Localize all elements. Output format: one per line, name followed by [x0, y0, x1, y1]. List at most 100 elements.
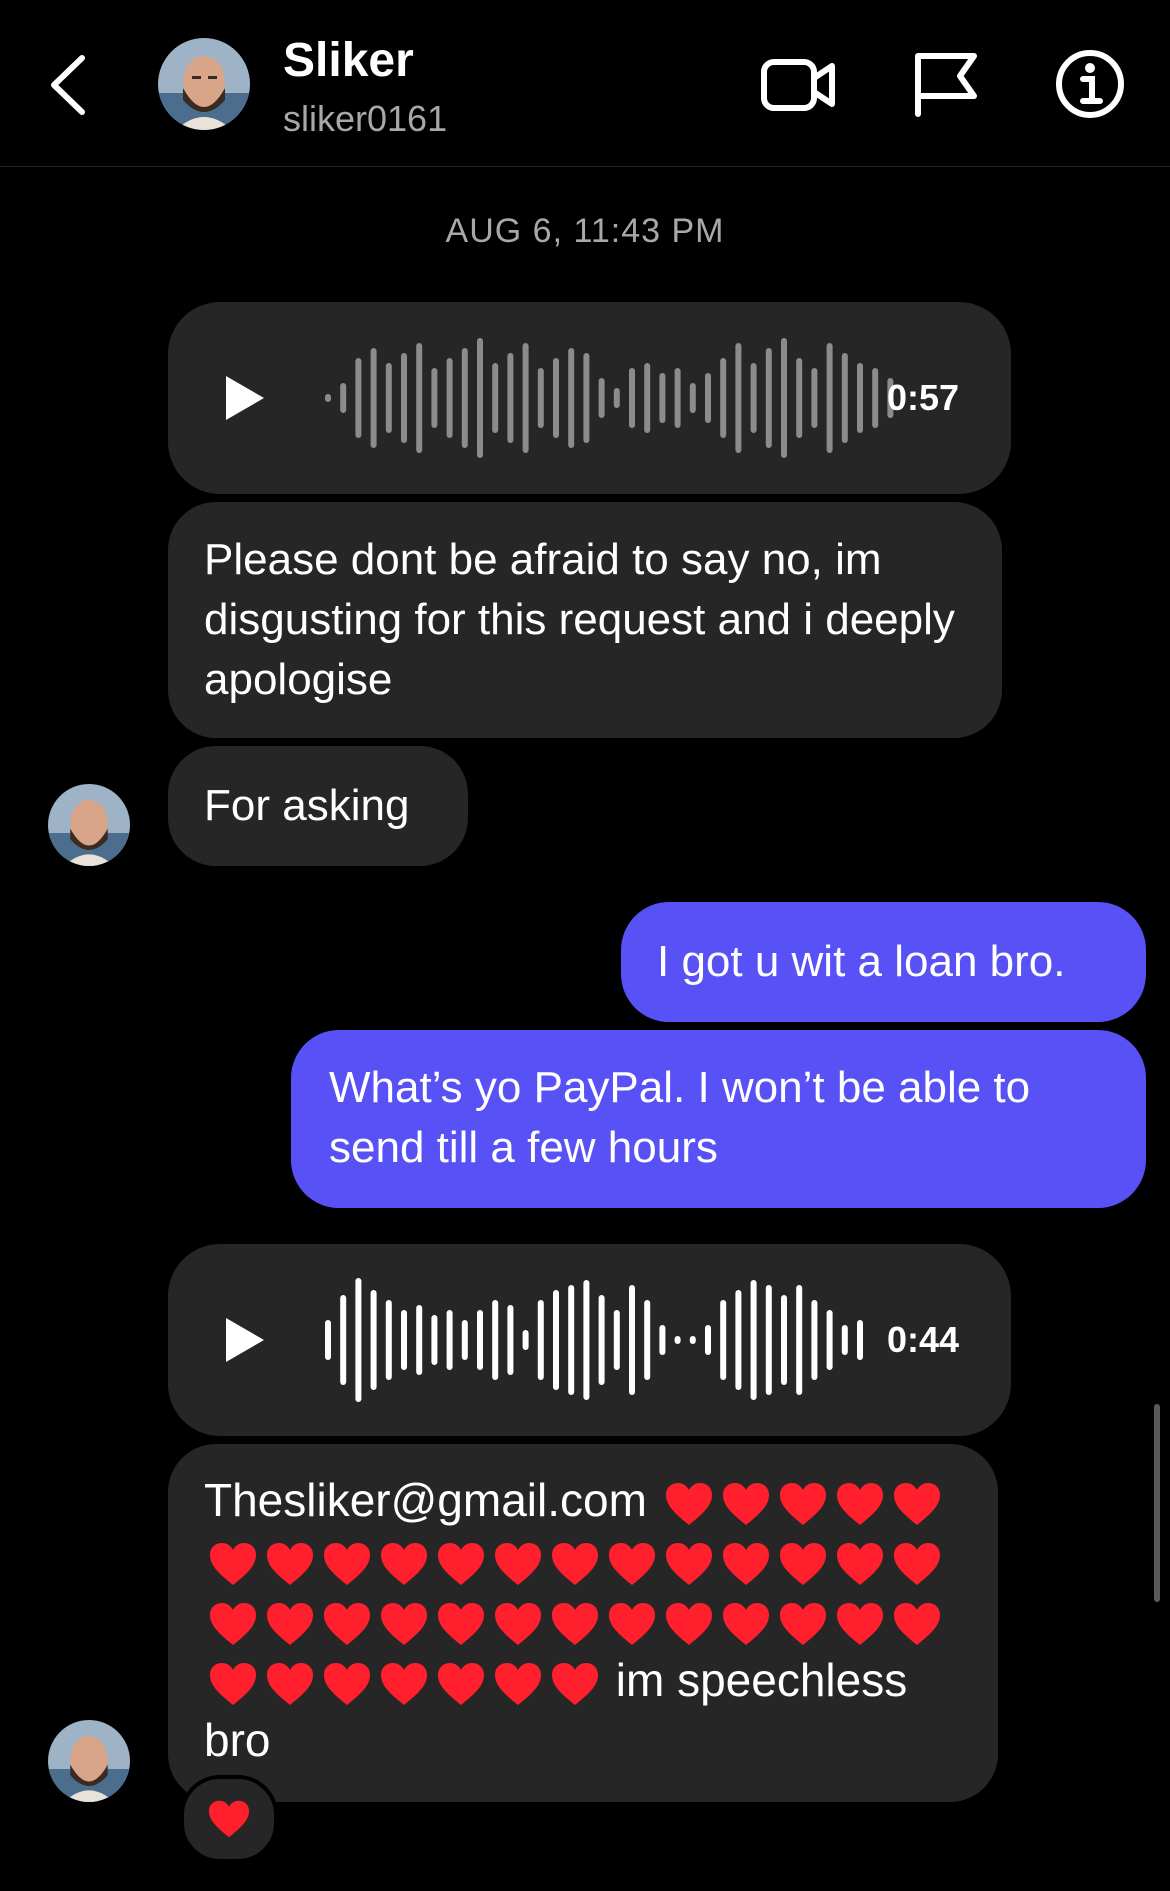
- waveform-bar: [461, 1320, 468, 1360]
- waveform-bar: [826, 343, 833, 453]
- waveform-bar: [826, 1310, 833, 1370]
- waveform-bar: [325, 1320, 331, 1360]
- heart-reaction[interactable]: [180, 1775, 278, 1863]
- voice-message[interactable]: 0:57: [168, 302, 1011, 494]
- waveform-bar: [705, 1325, 711, 1355]
- heart-icon: [209, 1800, 249, 1838]
- waveform-bar: [568, 1285, 575, 1395]
- waveform-bar: [705, 373, 711, 423]
- waveform-bar: [841, 1325, 848, 1355]
- message-text: I got u wit a loan bro.: [657, 937, 1066, 986]
- waveform-bar: [370, 348, 377, 448]
- waveform-bar: [446, 358, 453, 438]
- waveform-bar: [781, 1295, 787, 1385]
- outgoing-message[interactable]: What’s yo PayPal. I won’t be able to sen…: [291, 1030, 1146, 1208]
- waveform-bar: [674, 1336, 681, 1344]
- waveform-bar: [583, 353, 590, 443]
- voice-message[interactable]: 0:44: [168, 1244, 1011, 1436]
- waveform-bar: [629, 1285, 635, 1395]
- message-text: Please dont be afraid to say no, im disg…: [204, 535, 955, 704]
- waveform-bar: [522, 1330, 529, 1350]
- voice-duration: 0:44: [886, 1319, 959, 1360]
- contact-name[interactable]: Sliker: [283, 33, 414, 88]
- waveform-bar: [507, 1305, 514, 1375]
- waveform-bar: [796, 358, 803, 438]
- waveform-bar: [598, 1295, 605, 1385]
- incoming-message[interactable]: For asking: [168, 746, 468, 866]
- waveform-bar: [416, 343, 423, 453]
- outgoing-message[interactable]: I got u wit a loan bro.: [621, 902, 1146, 1022]
- waveform-bar: [583, 1280, 590, 1400]
- waveform-bar: [401, 1310, 407, 1370]
- back-icon[interactable]: [46, 50, 96, 120]
- waveform-bar: [765, 1285, 772, 1395]
- waveform-bar: [537, 368, 544, 428]
- waveform-bar: [735, 1290, 742, 1390]
- waveform-bar: [446, 1310, 453, 1370]
- waveform-bar: [613, 388, 620, 408]
- waveform-bar: [811, 1300, 818, 1380]
- incoming-message[interactable]: Thesliker@gmail.com im speechless bro: [168, 1444, 998, 1802]
- incoming-message[interactable]: Please dont be afraid to say no, im disg…: [168, 502, 1002, 738]
- video-call-icon[interactable]: [758, 48, 838, 120]
- waveform-bar: [811, 368, 818, 428]
- avatar[interactable]: [158, 38, 250, 130]
- waveform-bar: [340, 383, 347, 413]
- chat-header: Sliker sliker0161: [0, 0, 1170, 167]
- waveform-bar: [689, 1336, 696, 1344]
- scrollbar[interactable]: [1154, 1404, 1160, 1602]
- play-icon[interactable]: [218, 1314, 270, 1366]
- waveform-bar: [355, 358, 362, 438]
- dm-conversation: Sliker sliker0161 AUG 6, 11:43 PM 0:57 P…: [0, 0, 1170, 1891]
- waveform-bar: [537, 1300, 544, 1380]
- waveform-bar: [629, 368, 635, 428]
- waveform-bar: [857, 1320, 863, 1360]
- waveform-bar: [477, 338, 483, 458]
- waveform-bar: [385, 1300, 392, 1380]
- waveform-bar: [720, 1300, 727, 1380]
- waveform-bar: [689, 383, 696, 413]
- waveform-bar: [431, 368, 438, 428]
- waveform-bar: [598, 378, 605, 418]
- waveform-bar: [553, 358, 559, 438]
- info-icon[interactable]: [1050, 48, 1130, 120]
- waveform-bar: [644, 363, 651, 433]
- message-text: For asking: [204, 781, 410, 830]
- waveform-bar: [659, 373, 666, 423]
- waveform-bar: [613, 1310, 620, 1370]
- waveform-bar: [461, 348, 468, 448]
- play-icon[interactable]: [218, 372, 270, 424]
- waveform-bar: [492, 363, 499, 433]
- flag-icon[interactable]: [906, 48, 986, 120]
- waveform-bar: [720, 358, 727, 438]
- waveform-bar: [765, 348, 772, 448]
- waveform-bar: [796, 1285, 803, 1395]
- waveform-bar: [644, 1300, 651, 1380]
- waveform-bar: [401, 353, 407, 443]
- message-text: What’s yo PayPal. I won’t be able to sen…: [329, 1063, 1031, 1172]
- voice-duration: 0:57: [886, 377, 959, 418]
- waveform-bar: [385, 363, 392, 433]
- avatar[interactable]: [48, 784, 130, 866]
- waveform-bar: [522, 343, 529, 453]
- waveform-bar: [750, 1280, 757, 1400]
- waveform-bar: [492, 1300, 499, 1380]
- waveform-bar: [872, 368, 879, 428]
- waveform-bar: [674, 368, 681, 428]
- waveform-bar: [355, 1278, 362, 1402]
- waveform-bar: [431, 1315, 438, 1365]
- contact-username[interactable]: sliker0161: [283, 98, 447, 140]
- waveform-bar: [857, 363, 863, 433]
- waveform-bar: [477, 1310, 483, 1370]
- waveform-bar: [416, 1305, 423, 1375]
- waveform-bar: [750, 363, 757, 433]
- avatar[interactable]: [48, 1720, 130, 1802]
- waveform-bar: [553, 1290, 559, 1390]
- waveform-bar: [340, 1295, 347, 1385]
- waveform-bar: [841, 353, 848, 443]
- email-link[interactable]: Thesliker@gmail.com: [204, 1474, 647, 1526]
- waveform-bar: [659, 1325, 666, 1355]
- waveform-bar: [568, 348, 575, 448]
- waveform-bar: [735, 343, 742, 453]
- waveform-bar: [325, 394, 331, 402]
